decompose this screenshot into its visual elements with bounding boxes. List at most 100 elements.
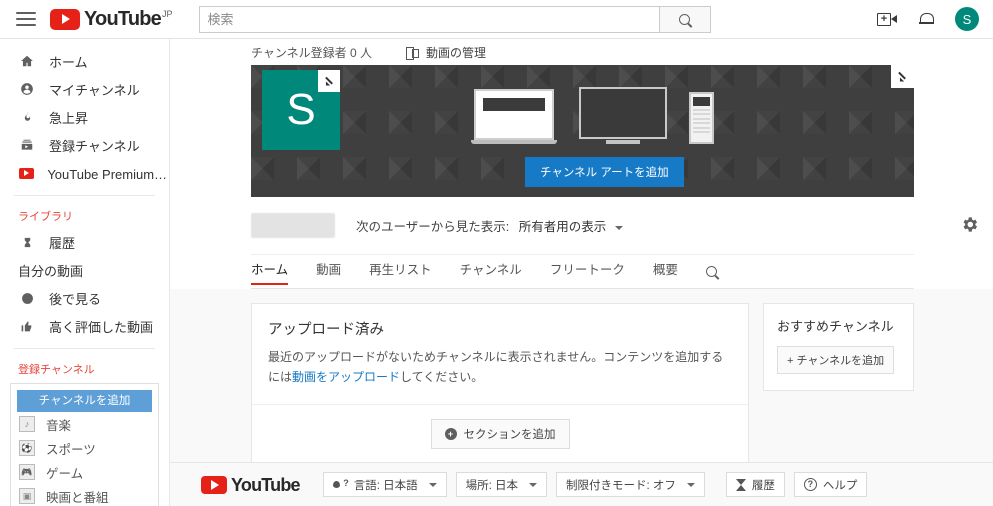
add-channel-art-button[interactable]: チャンネル アートを追加: [525, 157, 684, 187]
bell-icon: [919, 12, 934, 27]
channel-banner[interactable]: S チャンネル アートを追加: [251, 65, 914, 197]
sidebar-sub-label: ゲーム: [46, 466, 84, 481]
help-circle-icon: ?: [803, 478, 817, 491]
sidebar-item-label: ホーム: [49, 54, 88, 70]
edit-banner-button[interactable]: [891, 65, 914, 88]
footer-help-button[interactable]: ? ヘルプ: [793, 472, 868, 497]
featured-channels-card: おすすめチャンネル + チャンネルを追加: [763, 303, 914, 391]
clock-icon: [18, 292, 36, 305]
hamburger-icon[interactable]: [16, 12, 36, 26]
uploads-card: アップロード済み 最近のアップロードがないためチャンネルに表示されません。コンテ…: [251, 303, 749, 464]
uploads-text-after: してください。: [400, 369, 484, 384]
footer-logo-text: YouTube: [231, 474, 301, 495]
sidebar-sub-gaming[interactable]: 🎮 ゲーム: [17, 460, 152, 484]
sidebar-sub-sports[interactable]: ⚽ スポーツ: [17, 436, 152, 460]
account-circle-icon: [18, 82, 36, 96]
play-triangle-icon: [201, 475, 227, 494]
edit-avatar-button[interactable]: [318, 70, 340, 92]
plus-circle-icon: +: [444, 427, 457, 440]
sidebar-sub-music[interactable]: ♪ 音楽: [17, 412, 152, 436]
footer-youtube-logo[interactable]: YouTube: [201, 474, 301, 495]
search-icon: [705, 266, 717, 277]
tab-channels[interactable]: チャンネル: [460, 259, 522, 285]
channel-meta-bar: チャンネル登録者 0 人 動画の管理: [170, 39, 993, 65]
sidebar-sub-label: 音楽: [46, 418, 72, 433]
view-as-dropdown[interactable]: 所有者用の表示: [519, 220, 623, 234]
tv-mockup-icon: [579, 87, 667, 144]
tab-home[interactable]: ホーム: [251, 259, 289, 285]
play-triangle-icon: [50, 8, 80, 30]
pencil-icon: [897, 71, 908, 82]
restricted-mode-label: 制限付きモード: オフ: [566, 479, 676, 492]
tab-videos[interactable]: 動画: [316, 259, 341, 285]
add-featured-channel-button[interactable]: + チャンネルを追加: [777, 346, 895, 374]
avatar[interactable]: S: [955, 7, 979, 31]
game-thumb-icon: 🎮: [19, 464, 35, 480]
music-thumb-icon: ♪: [19, 416, 35, 432]
location-selector[interactable]: 場所: 日本: [455, 472, 548, 497]
youtube-logo[interactable]: YouTube JP: [50, 7, 173, 30]
sidebar-item-premium[interactable]: YouTube Premium に...: [0, 159, 169, 187]
uploads-card-footer: + セクションを追加: [252, 405, 748, 463]
hourglass-icon: [18, 236, 36, 249]
flame-icon: [18, 110, 36, 124]
sidebar-item-label: 高く評価した動画: [49, 319, 154, 335]
sidebar-item-label: 急上昇: [49, 110, 89, 126]
device-mockups: [471, 87, 714, 144]
history-label: 履歴: [751, 479, 775, 492]
upload-video-link[interactable]: 動画をアップロード: [292, 370, 400, 384]
sidebar-item-liked-videos[interactable]: 高く評価した動画: [0, 312, 169, 340]
page-footer: YouTube 言語: 日本語 場所: 日本 制限付きモード: オフ 履歴 ? …: [170, 462, 993, 506]
video-manager-icon: [405, 46, 419, 60]
search-submit-button[interactable]: [658, 5, 711, 33]
upload-video-button[interactable]: [877, 12, 897, 26]
gear-icon: [963, 216, 978, 232]
sidebar-item-label: YouTube Premium に...: [47, 166, 169, 182]
sidebar: ホーム マイチャンネル 急上昇 登録チャンネル YouTube Premium …: [0, 39, 170, 506]
sidebar-item-my-channel[interactable]: マイチャンネル: [0, 75, 169, 103]
uploads-description: 最近のアップロードがないためチャンネルに表示されません。コンテンツを追加するには…: [268, 348, 732, 388]
header-actions: S: [877, 7, 979, 31]
tab-playlists[interactable]: 再生リスト: [369, 259, 432, 285]
sidebar-item-home[interactable]: ホーム: [0, 47, 169, 75]
restricted-mode-selector[interactable]: 制限付きモード: オフ: [556, 472, 705, 497]
channel-search-button[interactable]: [705, 266, 717, 277]
channel-tabs: ホーム 動画 再生リスト チャンネル フリートーク 概要: [251, 255, 914, 289]
channel-name-redacted: [251, 213, 335, 238]
manage-videos-button[interactable]: 動画の管理: [405, 44, 486, 61]
subscriptions-icon: [18, 138, 36, 152]
sidebar-item-history[interactable]: 履歴: [0, 228, 169, 256]
home-icon: [18, 54, 36, 68]
search-input[interactable]: [198, 5, 659, 33]
language-label: 言語: 日本語: [353, 479, 418, 492]
subscriptions-box: チャンネルを追加 ♪ 音楽 ⚽ スポーツ 🎮 ゲーム ▣ 映画と番組: [10, 383, 159, 506]
main-content: チャンネル登録者 0 人 動画の管理 S チャンネル アートを追加 次のユーザー…: [170, 39, 993, 506]
sidebar-item-trending[interactable]: 急上昇: [0, 103, 169, 131]
language-icon: [332, 478, 349, 491]
sidebar-sub-movies[interactable]: ▣ 映画と番組: [17, 484, 152, 506]
location-label: 場所: 日本: [465, 479, 519, 492]
chevron-down-icon: [428, 482, 437, 487]
view-as-label: 次のユーザーから見た表示:: [356, 220, 510, 234]
notifications-button[interactable]: [919, 12, 934, 27]
sidebar-item-subscriptions[interactable]: 登録チャンネル: [0, 131, 169, 159]
hourglass-icon: [735, 478, 746, 491]
channel-settings-button[interactable]: [960, 215, 979, 237]
add-section-button[interactable]: + セクションを追加: [430, 418, 570, 449]
language-selector[interactable]: 言語: 日本語: [322, 472, 447, 497]
sidebar-item-my-videos[interactable]: 自分の動画: [0, 256, 169, 284]
movie-thumb-icon: ▣: [19, 488, 35, 504]
divider: [14, 195, 155, 196]
search-icon: [679, 13, 690, 25]
sidebar-item-watch-later[interactable]: 後で見る: [0, 284, 169, 312]
add-channel-button[interactable]: チャンネルを追加: [17, 390, 152, 412]
tab-discussion[interactable]: フリートーク: [550, 259, 625, 285]
sidebar-heading-library: ライブラリ: [18, 211, 73, 223]
logo-text: YouTube: [84, 7, 162, 30]
uploads-card-body: アップロード済み 最近のアップロードがないためチャンネルに表示されません。コンテ…: [252, 304, 748, 405]
pencil-icon: [324, 76, 335, 87]
logo-country-code: JP: [161, 8, 173, 19]
tab-about[interactable]: 概要: [653, 259, 678, 285]
channel-profile-row: 次のユーザーから見た表示: 所有者用の表示: [251, 197, 978, 255]
footer-history-button[interactable]: 履歴: [725, 472, 785, 497]
